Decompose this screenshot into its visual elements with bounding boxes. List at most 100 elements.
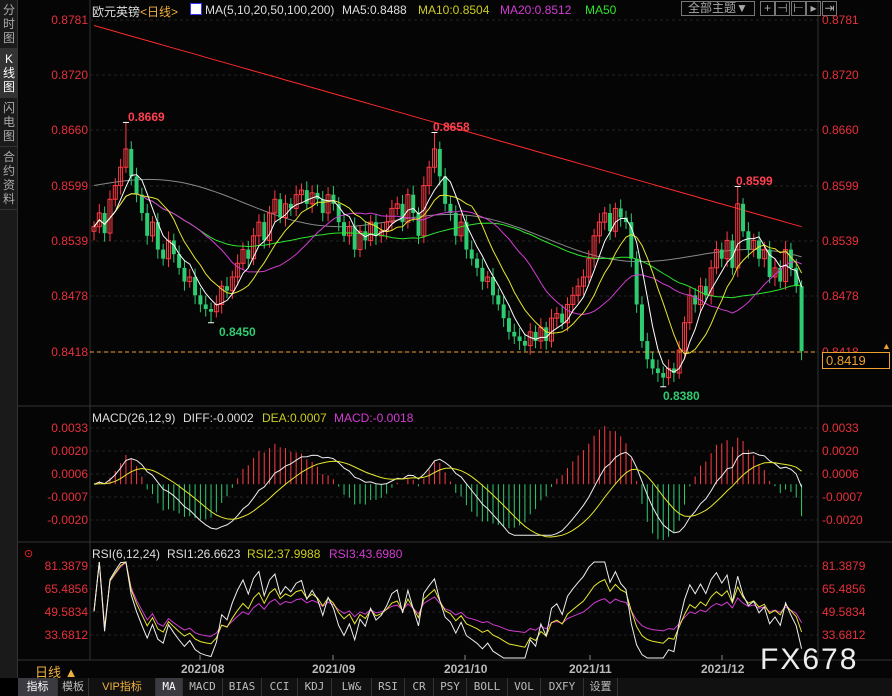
zoom-range-icon[interactable]: ⊢ bbox=[791, 1, 806, 16]
price-axis-label: 0.8660 bbox=[51, 123, 88, 137]
date-tick: 2021/08 bbox=[181, 662, 225, 676]
candle-body bbox=[517, 336, 522, 342]
candle-body bbox=[661, 373, 666, 378]
candle-body bbox=[757, 240, 761, 259]
candle-body bbox=[437, 148, 442, 177]
toolbar-ma[interactable]: MA bbox=[156, 678, 183, 696]
candle-body bbox=[320, 199, 325, 213]
candle-body bbox=[203, 304, 208, 310]
ma5-value: MA5:0.8488 bbox=[342, 3, 407, 17]
toolbar-vol[interactable]: VOL bbox=[508, 678, 541, 696]
price-axis-label: 0.8539 bbox=[822, 234, 859, 248]
toolbar-psy[interactable]: PSY bbox=[434, 678, 467, 696]
toolbar-cci[interactable]: CCI bbox=[262, 678, 298, 696]
rsi-label: RSI(6,12,24) bbox=[92, 547, 161, 561]
rsi-axis-label: 33.6812 bbox=[822, 628, 866, 642]
candle-body bbox=[145, 212, 150, 236]
toolbar-dxfy[interactable]: DXFY bbox=[541, 678, 584, 696]
macd-axis-label: -0.0007 bbox=[47, 490, 88, 504]
candle-body bbox=[198, 295, 203, 305]
candle-body bbox=[639, 304, 644, 342]
toolbar-lw[interactable]: LW& bbox=[332, 678, 372, 696]
watermark-logo: FX678 bbox=[760, 643, 859, 676]
candle-body bbox=[225, 286, 229, 291]
candle-body bbox=[506, 318, 511, 332]
crosshair-icon[interactable]: + bbox=[760, 1, 775, 16]
candle-body bbox=[496, 295, 501, 305]
toolbar-bias[interactable]: BIAS bbox=[223, 678, 262, 696]
price-axis-label: 0.8720 bbox=[51, 68, 88, 82]
macd-axis-label: 0.0033 bbox=[822, 421, 859, 435]
macd-axis-label: -0.0007 bbox=[822, 490, 863, 504]
macd-axis-label: 0.0033 bbox=[51, 421, 88, 435]
candle-body bbox=[512, 331, 517, 337]
ma20-value: MA20:0.8512 bbox=[500, 3, 572, 17]
macd-label: MACD(26,12,9) bbox=[92, 411, 176, 425]
chart-background bbox=[18, 0, 892, 678]
rsi3-value: RSI3:43.6980 bbox=[329, 547, 403, 561]
candle-body bbox=[799, 286, 804, 352]
toolbar-boll[interactable]: BOLL bbox=[467, 678, 508, 696]
toolbar-macd[interactable]: MACD bbox=[183, 678, 223, 696]
macd-axis-label: 0.0006 bbox=[51, 467, 88, 481]
date-tick: 2021/09 bbox=[312, 662, 356, 676]
toolbar-vip[interactable]: VIP指标 bbox=[89, 678, 156, 696]
play-icon[interactable]: ▸ bbox=[806, 1, 821, 16]
macd-value: MACD:-0.0018 bbox=[334, 411, 414, 425]
candle-body bbox=[650, 359, 655, 369]
price-axis-label: 0.8418 bbox=[51, 345, 88, 359]
price-axis-label: 0.8781 bbox=[822, 13, 859, 27]
ma-label: MA(5,10,20,50,100,200) bbox=[205, 3, 335, 17]
candle-body bbox=[645, 341, 650, 360]
price-axis-label: 0.8720 bbox=[822, 68, 859, 82]
candle-body bbox=[719, 249, 724, 259]
macd-diff: DIFF:-0.0002 bbox=[183, 411, 254, 425]
candle-body bbox=[443, 176, 448, 204]
chart-type-icon[interactable] bbox=[190, 3, 202, 15]
candle-body bbox=[618, 208, 623, 218]
rsi-axis-label: 49.5834 bbox=[44, 605, 88, 619]
candle-body bbox=[522, 341, 527, 346]
price-axis-label: 0.8539 bbox=[51, 234, 88, 248]
toolbar-indicators[interactable]: 指标 bbox=[18, 678, 58, 696]
toolbar-templates[interactable]: 模板 bbox=[58, 678, 89, 696]
candle-body bbox=[634, 258, 639, 305]
annotation-low: 0.8380 bbox=[663, 389, 700, 403]
macd-axis-label: 0.0020 bbox=[51, 444, 88, 458]
candle-body bbox=[491, 277, 495, 296]
toolbar-rsi[interactable]: RSI bbox=[372, 678, 405, 696]
fit-icon[interactable]: ⊣ bbox=[775, 1, 790, 16]
annotation-high: 0.8669 bbox=[128, 110, 165, 124]
candle-body bbox=[741, 203, 746, 232]
candle-body bbox=[139, 194, 144, 213]
ma50-value: MA50 bbox=[585, 3, 617, 17]
price-axis-label: 0.8781 bbox=[51, 13, 88, 27]
candle-body bbox=[262, 222, 267, 241]
candle-body bbox=[161, 249, 166, 259]
candle-body bbox=[469, 249, 474, 259]
candle-body bbox=[501, 304, 506, 319]
price-axis-label: 0.8478 bbox=[822, 289, 859, 303]
toolbar-cr[interactable]: CR bbox=[405, 678, 434, 696]
ma10-value: MA10:0.8504 bbox=[418, 3, 490, 17]
candle-body bbox=[209, 309, 214, 312]
date-tick: 2021/11 bbox=[569, 662, 612, 676]
current-price-tag: 0.8419 bbox=[822, 352, 890, 369]
rsi1-value: RSI1:26.6623 bbox=[167, 547, 241, 561]
candle-body bbox=[182, 267, 187, 282]
toolbar-settings[interactable]: 设置 bbox=[584, 678, 618, 696]
chart-canvas[interactable] bbox=[0, 0, 892, 678]
candle-body bbox=[655, 368, 660, 374]
candle-body bbox=[129, 148, 134, 177]
macd-axis-label: 0.0006 bbox=[822, 467, 859, 481]
rsi-axis-label: 65.4856 bbox=[44, 582, 88, 596]
candle-body bbox=[304, 190, 309, 204]
candle-body bbox=[453, 212, 458, 236]
symbol-name: 欧元英镑 bbox=[92, 5, 141, 19]
annotation-high: 0.8658 bbox=[433, 120, 470, 134]
macd-dea: DEA:0.0007 bbox=[262, 411, 327, 425]
toolbar-kdj[interactable]: KDJ bbox=[298, 678, 332, 696]
period-label: <日线> bbox=[140, 5, 179, 19]
theme-dropdown[interactable]: 全部主题▼ bbox=[681, 1, 755, 16]
macd-axis-label: -0.0020 bbox=[47, 513, 88, 527]
